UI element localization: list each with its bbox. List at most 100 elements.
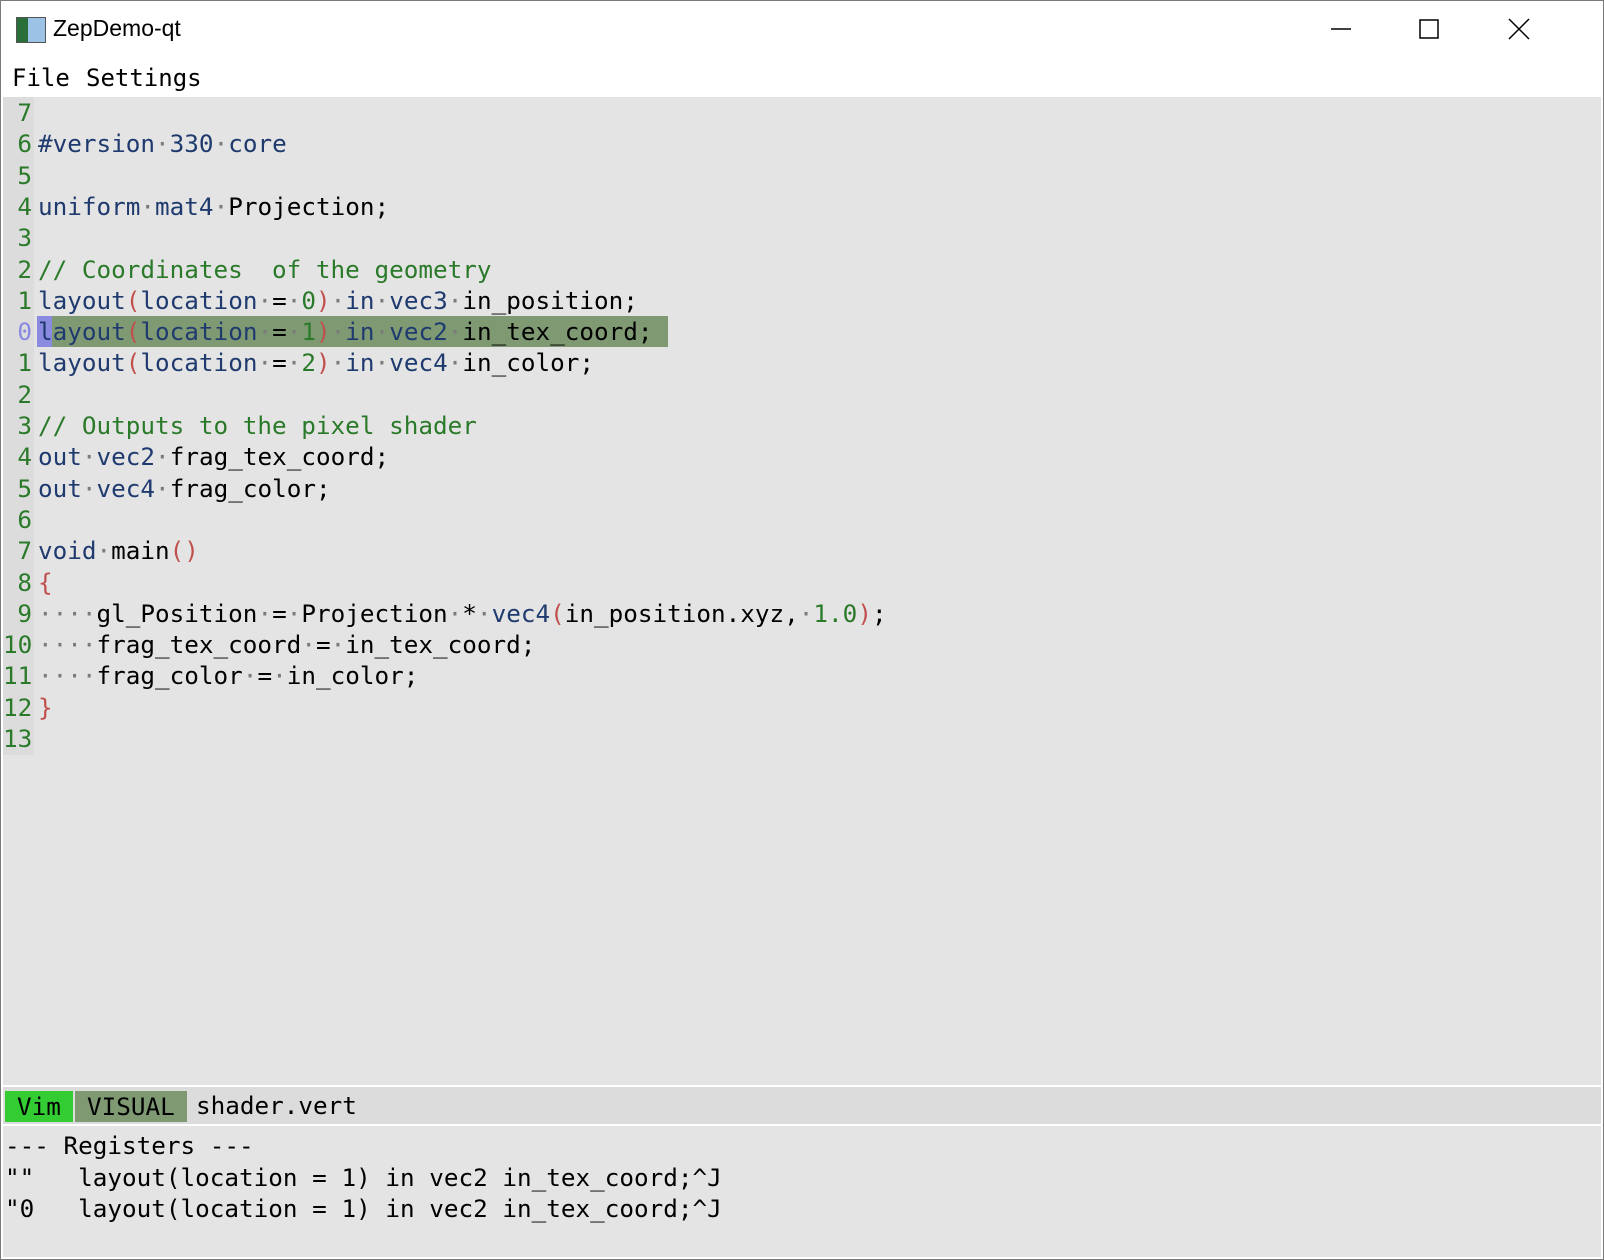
code-line[interactable]: 6 #version·330·core [3,128,1601,159]
code-token: vec2 [389,317,448,347]
whitespace-marker: · [257,285,273,315]
line-code: ····frag_tex_coord·=·in_tex_coord; [38,629,535,660]
whitespace-marker: · [140,191,156,221]
code-token: ) [857,598,872,628]
code-token: vec4 [491,598,551,628]
code-line[interactable]: 3// Outputs to the pixel shader [3,410,1601,441]
code-token: vec3 [389,285,448,315]
line-number: 12 [3,692,33,722]
code-token: in_position.xyz, [564,598,799,628]
code-token: * [462,598,477,628]
code-line[interactable]: 9 ····gl_Position·=·Projection·*·vec4(in_… [3,598,1601,629]
code-token: uniform [38,191,141,221]
code-token: ( [125,348,141,378]
whitespace-marker: · [155,442,170,472]
vim-mode-badge: VISUAL [75,1091,187,1122]
code-line[interactable]: 3 [3,222,1601,253]
line-number: 1 [17,348,32,378]
code-line[interactable]: 5 out·vec4·frag_color; [3,473,1601,504]
whitespace-marker: · [242,661,258,691]
code-token: in_position; [462,285,638,315]
line-number: 2 [17,379,32,409]
code-line[interactable]: 8{ [3,567,1601,598]
maximize-icon [1419,19,1439,39]
whitespace-marker: · [447,598,463,628]
code-token: ) [316,317,331,347]
line-number: 13 [3,724,33,753]
code-line[interactable]: 1 layout(location·=·2)·in·vec4·in_color; [3,347,1601,378]
code-line[interactable]: 2 [3,379,1601,410]
line-code: void·main() [38,535,199,566]
whitespace-marker: · [301,630,316,660]
code-token: ) [316,285,331,315]
code-token: gl_Position [96,598,258,628]
code-token: 1.0 [813,598,858,628]
code-line[interactable]: 2// Coordinates of the geometry [3,254,1601,285]
code-line[interactable]: 7 void·main() [3,535,1601,566]
code-token: frag_tex_coord [96,630,302,660]
line-number: 1 [17,285,32,315]
minimize-button[interactable] [1296,1,1386,57]
code-line[interactable]: 5 [3,160,1601,191]
line-number: 5 [17,473,32,503]
menu-settings[interactable]: Settings [86,64,202,92]
whitespace-marker: · [257,317,273,347]
code-line[interactable]: 12} [3,692,1601,723]
code-token: = [272,348,287,378]
window-title: ZepDemo-qt [53,15,181,41]
whitespace-marker: ···· [38,630,97,660]
whitespace-marker: · [374,348,390,378]
code-line[interactable]: 0 layout(location·=·1)·in·vec2·in_tex_coo… [3,316,1601,348]
app-icon [16,17,46,43]
code-token: ( [125,285,141,315]
whitespace-marker: · [257,348,273,378]
code-line[interactable]: 11 ····frag_color·=·in_color; [3,660,1601,691]
line-number: 3 [17,223,32,253]
line-number: 3 [17,411,32,440]
code-editor[interactable]: 7 6 #version·330·core 5 4 uniform·mat4·Projec… [3,97,1601,1085]
code-line[interactable]: 10 ····frag_tex_coord·=·in_tex_coord; [3,629,1601,660]
line-number: 0 [17,317,32,347]
code-line[interactable]: 7 [3,97,1601,128]
code-token: // Outputs to the pixel shader [38,411,477,440]
whitespace-marker: · [272,661,287,691]
code-line[interactable]: 4 uniform·mat4·Projection; [3,191,1601,222]
code-token: = [272,598,287,628]
whitespace-marker: · [374,317,390,347]
line-code: // Outputs to the pixel shader [38,410,477,441]
whitespace-marker: · [155,473,170,503]
editor-mode-badge: Vim [5,1091,73,1122]
registers-header: --- Registers --- [5,1131,254,1160]
code-token: ) [316,348,331,378]
code-token: location [140,348,258,378]
whitespace-marker: · [447,317,463,347]
code-token: void [38,536,97,566]
menu-bar: File Settings [1,58,1603,96]
code-line[interactable]: 13 [3,723,1601,754]
whitespace-marker: · [96,536,112,566]
code-token: frag_tex_coord; [169,442,390,472]
whitespace-marker: · [286,348,302,378]
minimize-icon [1331,28,1351,30]
line-code: } [38,692,53,723]
code-line[interactable]: 6 [3,504,1601,535]
code-token: vec2 [96,442,156,472]
close-button[interactable] [1474,1,1564,57]
maximize-button[interactable] [1384,1,1474,57]
code-token: 330 [169,129,214,159]
code-token: in_color; [462,348,595,378]
code-token: in [345,348,375,378]
code-line[interactable]: 1 layout(location·=·0)·in·vec3·in_positio… [3,285,1601,316]
code-token: 0 [301,285,317,315]
menu-file[interactable]: File [12,64,70,92]
whitespace-marker: · [330,285,346,315]
whitespace-marker: · [447,285,463,315]
code-token: layout [38,285,126,315]
line-number: 7 [17,536,32,566]
code-token: } [38,692,53,722]
whitespace-marker: · [374,285,390,315]
code-token: = [272,317,287,347]
code-token: ( [125,317,141,347]
close-icon [1508,18,1530,40]
code-line[interactable]: 4 out·vec2·frag_tex_coord; [3,441,1601,472]
